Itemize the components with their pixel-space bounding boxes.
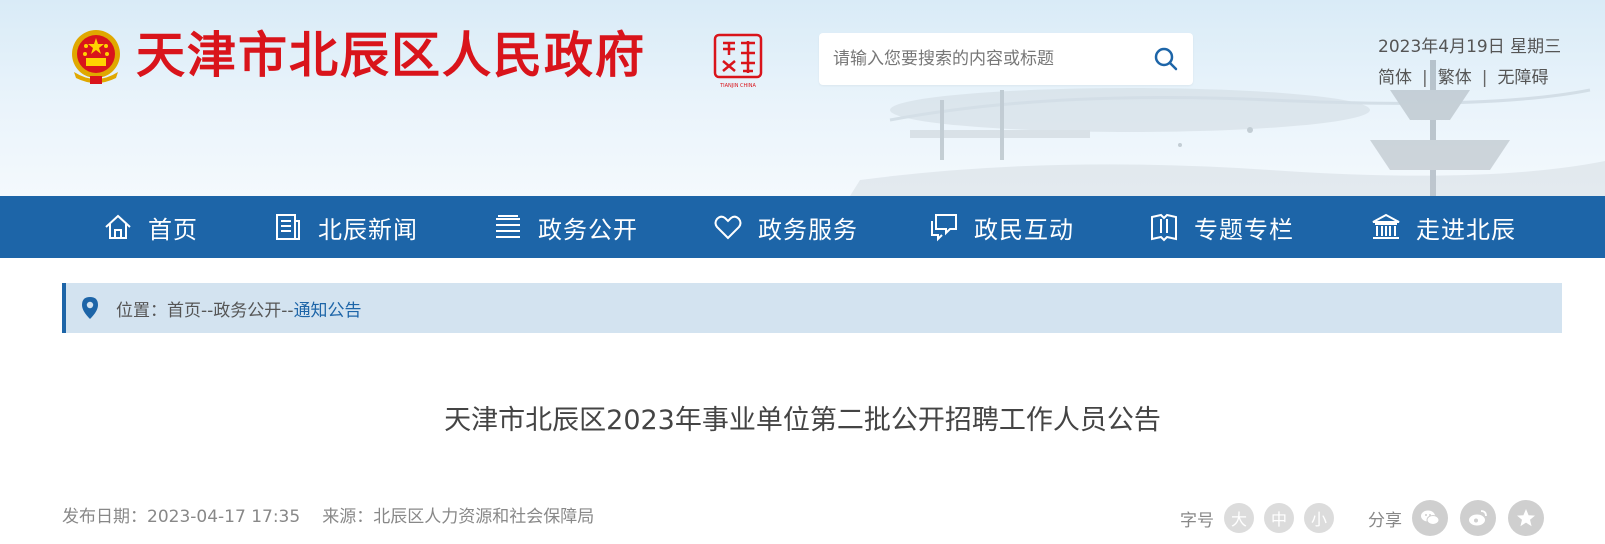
svg-text:TIANJIN CHINA: TIANJIN CHINA — [719, 83, 756, 89]
tianjin-seal-logo: TIANJIN CHINA — [713, 33, 763, 89]
breadcrumb-text: 位置：首页--政务公开--通知公告 — [116, 296, 362, 321]
main-nav: 首页 北辰新闻 政务公开 政务服务 政民互动 专题专栏 走进北辰 — [0, 196, 1605, 258]
nav-label: 首页 — [148, 215, 198, 244]
nav-label: 北辰新闻 — [318, 215, 418, 244]
breadcrumb-gov-affairs[interactable]: 政务公开 — [213, 301, 281, 321]
breadcrumb-notices[interactable]: 通知公告 — [294, 301, 362, 321]
search-icon[interactable] — [1152, 45, 1180, 73]
current-date: 2023年4月19日 星期三 — [1378, 37, 1562, 57]
news-icon — [276, 214, 300, 240]
layers-icon — [496, 215, 520, 238]
heart-icon — [714, 215, 742, 240]
breadcrumb-separator: -- — [281, 300, 294, 321]
qzone-icon — [1517, 509, 1535, 527]
site-title: 天津市北辰区人民政府 — [136, 27, 647, 84]
location-pin-icon — [82, 297, 98, 319]
building-icon — [1372, 213, 1400, 239]
publish-date-label: 发布日期： — [62, 507, 147, 527]
nav-label: 政务服务 — [758, 215, 858, 244]
accessibility-link[interactable]: 无障碍 — [1497, 68, 1548, 88]
publish-date: 2023-04-17 17:35 — [147, 507, 301, 527]
breadcrumb-home[interactable]: 首页 — [167, 301, 201, 321]
nav-item-gov-affairs[interactable]: 政务公开 — [492, 196, 638, 258]
share-wechat-button[interactable] — [1412, 500, 1448, 536]
breadcrumb: 位置：首页--政务公开--通知公告 — [62, 283, 1562, 333]
home-icon — [105, 214, 131, 239]
share-weibo-button[interactable] — [1460, 500, 1496, 536]
nav-label: 政民互动 — [974, 215, 1074, 244]
search-box — [819, 33, 1193, 85]
nav-item-about-beichen[interactable]: 走进北辰 — [1370, 196, 1516, 258]
nav-label: 走进北辰 — [1416, 215, 1516, 244]
share-qzone-button[interactable] — [1508, 500, 1544, 536]
traditional-chinese-link[interactable]: 繁体 — [1438, 68, 1472, 88]
simplified-chinese-link[interactable]: 简体 — [1378, 68, 1412, 88]
breadcrumb-separator: -- — [201, 300, 214, 321]
search-input[interactable] — [833, 33, 1133, 85]
source-value: 北辰区人力资源和社会保障局 — [373, 507, 595, 527]
article-meta: 发布日期：2023-04-17 17:35 来源：北辰区人力资源和社会保障局 — [62, 502, 594, 527]
book-icon — [1151, 213, 1177, 242]
font-size-label: 字号 — [1180, 510, 1214, 531]
nav-item-gov-services[interactable]: 政务服务 — [712, 196, 858, 258]
link-separator: | — [1481, 68, 1488, 88]
nav-item-interaction[interactable]: 政民互动 — [928, 196, 1074, 258]
article-title: 天津市北辰区2023年事业单位第二批公开招聘工作人员公告 — [444, 405, 1161, 436]
share-label: 分享 — [1368, 510, 1402, 531]
font-size-large-button[interactable]: 大 — [1224, 503, 1254, 533]
article-tools: 字号 大 中 小 分享 — [1180, 498, 1556, 538]
national-emblem-icon — [72, 30, 120, 84]
nav-item-news[interactable]: 北辰新闻 — [272, 196, 418, 258]
wechat-icon — [1421, 510, 1440, 525]
language-links: 简体 | 繁体 | 无障碍 — [1378, 63, 1548, 88]
nav-item-special-topics[interactable]: 专题专栏 — [1148, 196, 1294, 258]
nav-item-home[interactable]: 首页 — [102, 196, 198, 258]
font-size-medium-button[interactable]: 中 — [1264, 503, 1294, 533]
font-size-small-button[interactable]: 小 — [1304, 503, 1334, 533]
nav-label: 政务公开 — [538, 215, 638, 244]
chat-icon — [931, 214, 957, 242]
source-label: 来源： — [322, 507, 374, 527]
nav-label: 专题专栏 — [1194, 215, 1294, 244]
link-separator: | — [1422, 68, 1428, 88]
breadcrumb-prefix: 位置： — [116, 300, 167, 321]
site-header: 天津市北辰区人民政府 TIANJIN CHINA 2023年4月19日 星期三 … — [0, 0, 1605, 196]
weibo-icon — [1469, 510, 1487, 526]
